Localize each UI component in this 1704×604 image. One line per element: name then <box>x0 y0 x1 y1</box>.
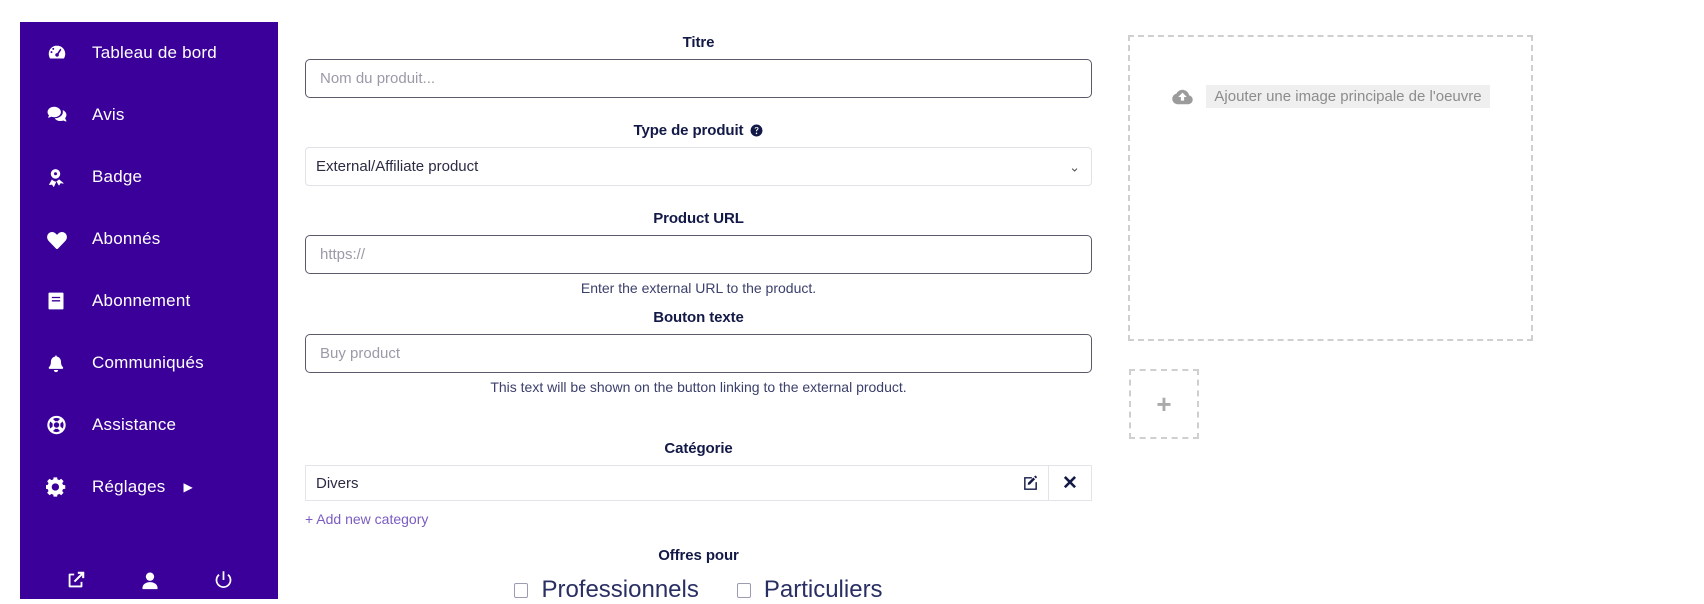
media-panel: Ajouter une image principale de l'oeuvre… <box>1128 35 1533 439</box>
sidebar-item-label: Communiqués <box>92 353 204 372</box>
field-bouton-texte: Bouton texte This text will be shown on … <box>305 309 1092 395</box>
category-remove-button[interactable]: ✕ <box>1049 465 1092 501</box>
checkbox-particuliers[interactable]: Particuliers <box>736 576 883 604</box>
heart-icon <box>46 228 76 250</box>
checkbox-professionnels[interactable]: Professionnels <box>514 576 699 604</box>
sidebar-item-avis[interactable]: Avis <box>20 84 278 146</box>
main-image-dropzone-content: Ajouter une image principale de l'oeuvre <box>1171 85 1490 108</box>
field-offres-pour: Offres pour Professionnels Particuliers <box>305 547 1092 604</box>
sidebar-item-abonnement[interactable]: Abonnement <box>20 270 278 332</box>
field-product-url: Product URL Enter the external URL to th… <box>305 210 1092 296</box>
field-label-bouton-texte: Bouton texte <box>653 309 744 326</box>
product-url-input[interactable] <box>305 235 1092 274</box>
gear-icon <box>46 476 76 498</box>
button-text-input[interactable] <box>305 334 1092 373</box>
main-image-dropzone[interactable]: Ajouter une image principale de l'oeuvre <box>1128 35 1533 341</box>
category-row: Divers ✕ <box>305 465 1092 501</box>
field-label-text: Type de produit <box>633 122 744 139</box>
sidebar-bottom-bar <box>20 553 278 599</box>
sidebar-item-label: Assistance <box>92 415 177 434</box>
plus-icon: + <box>1156 389 1172 419</box>
field-label-offres-pour: Offres pour <box>658 547 739 564</box>
field-titre: Titre <box>305 34 1092 98</box>
field-label-categorie: Catégorie <box>664 440 733 457</box>
power-icon[interactable] <box>213 569 234 591</box>
sidebar: Tableau de bord Avis Badge Abonnés Abonn… <box>20 22 278 599</box>
category-value: Divers <box>316 474 359 492</box>
external-link-icon[interactable] <box>65 569 87 591</box>
lifebuoy-icon <box>46 414 76 436</box>
title-input[interactable] <box>305 59 1092 98</box>
field-label-titre: Titre <box>682 34 715 51</box>
sidebar-item-assistance[interactable]: Assistance <box>20 394 278 456</box>
sidebar-item-reglages[interactable]: Réglages ▶ <box>20 456 278 518</box>
checkbox-label: Professionnels <box>541 576 699 603</box>
checkbox-box[interactable] <box>514 582 529 598</box>
sidebar-item-abonnes[interactable]: Abonnés <box>20 208 278 270</box>
edit-pencil-square-icon[interactable] <box>1012 475 1048 492</box>
category-select[interactable]: Divers <box>305 465 1049 501</box>
offers-options: Professionnels Particuliers <box>305 576 1092 604</box>
checkbox-label: Particuliers <box>763 576 883 603</box>
add-new-category-link[interactable]: + Add new category <box>305 511 428 527</box>
sidebar-item-label: Abonnement <box>92 291 191 310</box>
sidebar-item-tableau-de-bord[interactable]: Tableau de bord <box>20 22 278 84</box>
field-label-product-url: Product URL <box>653 210 744 227</box>
field-categorie: Catégorie Divers ✕ + Add new category <box>305 440 1092 529</box>
dashboard-gauge-icon <box>46 42 76 64</box>
award-badge-icon <box>46 166 76 188</box>
sidebar-item-label: Tableau de bord <box>92 43 217 62</box>
main-image-dropzone-label: Ajouter une image principale de l'oeuvre <box>1206 85 1490 108</box>
product-url-help-text: Enter the external URL to the product. <box>580 280 817 296</box>
book-icon <box>46 290 76 312</box>
sidebar-item-badge[interactable]: Badge <box>20 146 278 208</box>
sidebar-item-label: Badge <box>92 167 143 186</box>
field-label-type-de-produit: Type de produit <box>305 122 1092 139</box>
cloud-upload-icon <box>1171 88 1194 106</box>
bell-icon <box>46 352 76 374</box>
sidebar-item-label: Avis <box>92 105 125 124</box>
comments-icon <box>46 104 76 126</box>
sidebar-item-label: Réglages <box>92 477 166 496</box>
question-circle-icon[interactable] <box>750 124 763 137</box>
product-form: Titre Type de produit External/Affiliate… <box>305 0 1092 604</box>
product-type-select[interactable]: External/Affiliate product <box>305 147 1092 186</box>
sidebar-item-communiques[interactable]: Communiqués <box>20 332 278 394</box>
add-more-image-dropzone[interactable]: + <box>1129 369 1199 439</box>
product-type-select-wrap: External/Affiliate product ⌄ <box>305 147 1092 186</box>
user-icon[interactable] <box>140 569 160 591</box>
button-text-help-text: This text will be shown on the button li… <box>490 379 907 395</box>
field-type-de-produit: Type de produit External/Affiliate produ… <box>305 122 1092 186</box>
sidebar-item-label: Abonnés <box>92 229 161 248</box>
chevron-right-icon: ▶ <box>183 480 193 494</box>
checkbox-box[interactable] <box>736 582 751 598</box>
